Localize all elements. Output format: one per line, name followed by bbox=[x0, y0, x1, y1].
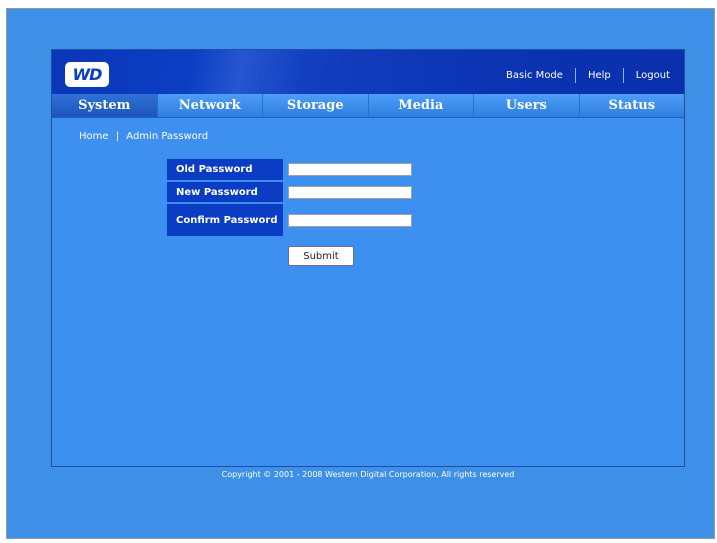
top-links: Basic Mode Help Logout bbox=[506, 67, 670, 83]
old-password-label: Old Password bbox=[167, 159, 283, 180]
wd-logo: WD bbox=[65, 62, 109, 87]
tab-media[interactable]: Media bbox=[369, 94, 474, 117]
main-panel: WD Basic Mode Help Logout System Network… bbox=[51, 49, 685, 467]
tab-system[interactable]: System bbox=[52, 94, 158, 117]
top-link-divider bbox=[622, 67, 624, 83]
copyright-text: Copyright © 2001 - 2008 Western Digital … bbox=[221, 470, 515, 479]
page: WD Basic Mode Help Logout System Network… bbox=[0, 0, 717, 543]
header-bar: WD Basic Mode Help Logout bbox=[52, 50, 684, 94]
submit-button[interactable]: Submit bbox=[288, 246, 354, 266]
basic-mode-link[interactable]: Basic Mode bbox=[506, 70, 563, 81]
help-link[interactable]: Help bbox=[588, 70, 611, 81]
breadcrumb-current: Admin Password bbox=[126, 131, 209, 142]
old-password-input[interactable] bbox=[288, 163, 412, 176]
breadcrumb-separator: | bbox=[115, 131, 120, 142]
breadcrumb-home[interactable]: Home bbox=[79, 131, 109, 142]
confirm-password-label: Confirm Password bbox=[167, 204, 283, 236]
tab-network[interactable]: Network bbox=[158, 94, 263, 117]
new-password-input[interactable] bbox=[288, 186, 412, 199]
new-password-label: New Password bbox=[167, 182, 283, 202]
tab-storage[interactable]: Storage bbox=[263, 94, 369, 117]
breadcrumb: Home | Admin Password bbox=[79, 131, 208, 142]
outer-frame: WD Basic Mode Help Logout System Network… bbox=[6, 8, 715, 539]
tab-users[interactable]: Users bbox=[474, 94, 580, 117]
main-nav: System Network Storage Media Users Statu… bbox=[52, 94, 684, 118]
logout-link[interactable]: Logout bbox=[636, 70, 670, 81]
confirm-password-input[interactable] bbox=[288, 214, 412, 227]
tab-status[interactable]: Status bbox=[580, 94, 685, 117]
top-link-divider bbox=[574, 67, 576, 83]
